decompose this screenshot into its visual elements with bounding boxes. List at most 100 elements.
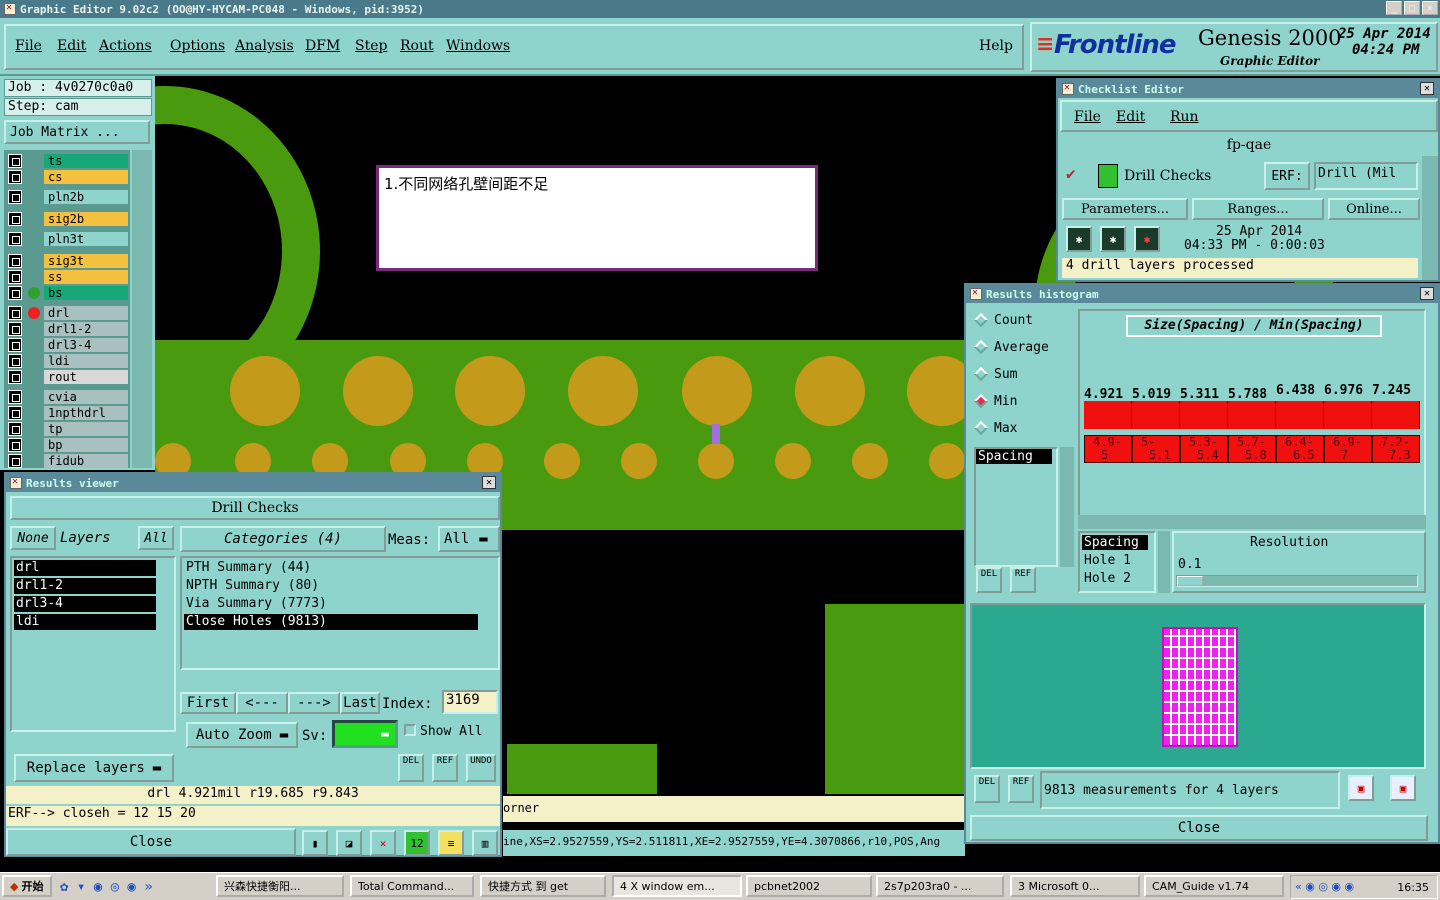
start-button[interactable]: ◆ 开始 bbox=[2, 875, 52, 897]
all-layers-button[interactable]: All bbox=[138, 526, 174, 550]
menu-help[interactable]: Help bbox=[979, 38, 1013, 54]
meas-dropdown[interactable]: All ▬ bbox=[438, 526, 500, 552]
layer-row-bp[interactable]: bp bbox=[8, 438, 128, 452]
parameters-button[interactable]: Parameters... bbox=[1062, 198, 1188, 220]
checklist-menu-file[interactable]: File bbox=[1074, 109, 1101, 125]
option-max[interactable]: Max bbox=[973, 417, 1017, 439]
layer-row-fidub[interactable]: fidub bbox=[8, 454, 128, 468]
online-button[interactable]: Online... bbox=[1328, 198, 1420, 220]
layer-checkbox[interactable] bbox=[8, 270, 22, 284]
layer-checkbox[interactable] bbox=[8, 232, 22, 246]
menu-windows[interactable]: Windows bbox=[446, 38, 516, 54]
histogram-icon[interactable]: ▥ bbox=[472, 830, 498, 856]
taskbar-item-active[interactable]: 4 X window em... bbox=[612, 875, 742, 897]
layer-checkbox[interactable] bbox=[8, 154, 22, 168]
close-icon[interactable]: ✕ bbox=[482, 476, 496, 489]
taskbar-item[interactable]: pcbnet2002 bbox=[746, 875, 872, 897]
option-min[interactable]: Min bbox=[973, 390, 1017, 412]
layer-row-sig3t[interactable]: sig3t bbox=[8, 254, 128, 268]
metric-scrollbar[interactable] bbox=[1060, 447, 1074, 567]
result-layer-item[interactable]: drl bbox=[14, 560, 156, 576]
preview-ref-button[interactable]: REF bbox=[1008, 775, 1034, 803]
index-input[interactable]: 3169 bbox=[442, 690, 498, 714]
layer-row-1npthdrl[interactable]: 1npthdrl bbox=[8, 406, 128, 420]
layer-checkbox[interactable] bbox=[8, 322, 22, 336]
layer-row-ldi[interactable]: ldi bbox=[8, 354, 128, 368]
result-layer-item[interactable]: ldi bbox=[14, 614, 156, 630]
results-close-button[interactable]: Close bbox=[6, 828, 296, 856]
taskbar-item[interactable]: 2s7p203ra0 - ... bbox=[876, 875, 1004, 897]
report-icon[interactable]: ≡ bbox=[438, 830, 464, 856]
hist-ref-button[interactable]: REF bbox=[1010, 567, 1036, 593]
menu-options[interactable]: Options bbox=[170, 38, 235, 54]
layer-row-sig2b[interactable]: sig2b bbox=[8, 212, 128, 226]
field-item[interactable]: Spacing bbox=[1082, 535, 1148, 550]
minimize-button[interactable]: _ bbox=[1386, 1, 1402, 15]
layer-checkbox[interactable] bbox=[8, 286, 22, 300]
run-icon[interactable]: ✱ bbox=[1066, 226, 1092, 252]
violation-marker[interactable] bbox=[712, 424, 720, 444]
layer-checkbox[interactable] bbox=[8, 370, 22, 384]
show-all-checkbox[interactable] bbox=[404, 724, 416, 736]
layer-row-cvia[interactable]: cvia bbox=[8, 390, 128, 404]
histogram-close-button[interactable]: Close bbox=[970, 815, 1428, 841]
check-mark-icon[interactable]: ✔ bbox=[1066, 164, 1076, 183]
sv-color-dropdown[interactable]: ▬ bbox=[332, 720, 398, 748]
category-item[interactable]: PTH Summary (44) bbox=[184, 560, 478, 576]
histogram-bar[interactable] bbox=[1084, 401, 1132, 429]
tray-icons[interactable]: « ◉ ◎ ◉ ◉ bbox=[1295, 880, 1354, 893]
menu-analysis[interactable]: Analysis bbox=[235, 38, 305, 54]
none-button[interactable]: None bbox=[10, 526, 56, 550]
result-layer-item[interactable]: drl3-4 bbox=[14, 596, 156, 612]
highlight-icon[interactable]: ▮ bbox=[302, 830, 328, 856]
layer-checkbox[interactable] bbox=[8, 190, 22, 204]
export-icon[interactable]: ◪ bbox=[336, 830, 362, 856]
option-sum[interactable]: Sum bbox=[973, 363, 1017, 385]
category-item[interactable]: NPTH Summary (80) bbox=[184, 578, 478, 594]
layer-row-drl3-4[interactable]: drl3-4 bbox=[8, 338, 128, 352]
del-button[interactable]: DEL bbox=[398, 754, 424, 782]
hist-del-button[interactable]: DEL bbox=[976, 567, 1002, 593]
option-count[interactable]: Count bbox=[973, 309, 1033, 331]
category-item[interactable]: Close Holes (9813) bbox=[184, 614, 478, 630]
taskbar-item[interactable]: CAM_Guide v1.74 bbox=[1144, 875, 1284, 897]
layer-row-cs[interactable]: cs bbox=[8, 170, 128, 184]
close-window-button[interactable]: ✕ bbox=[1422, 1, 1438, 15]
last-button[interactable]: Last bbox=[340, 692, 380, 714]
job-matrix-button[interactable]: Job Matrix ... bbox=[4, 120, 150, 144]
command-line[interactable]: orner bbox=[503, 796, 965, 822]
field-item[interactable]: Hole 1 bbox=[1082, 553, 1131, 568]
stop-icon[interactable]: ✱ bbox=[1134, 226, 1160, 252]
layer-checkbox[interactable] bbox=[8, 170, 22, 184]
menu-edit[interactable]: Edit bbox=[57, 38, 99, 54]
layer-row-drl[interactable]: drl bbox=[8, 306, 128, 320]
field-scrollbar[interactable] bbox=[1158, 531, 1170, 593]
layer-results-list[interactable]: drl drl1-2 drl3-4 ldi bbox=[10, 556, 176, 732]
board-preview[interactable] bbox=[970, 603, 1426, 769]
layer-checkbox[interactable] bbox=[8, 454, 22, 468]
taskbar-item[interactable]: Total Command... bbox=[350, 875, 474, 897]
layer-row-rout[interactable]: rout bbox=[8, 370, 128, 384]
taskbar-item[interactable]: 3 Microsoft 0... bbox=[1010, 875, 1140, 897]
layer-row-drl1-2[interactable]: drl1-2 bbox=[8, 322, 128, 336]
menu-step[interactable]: Step bbox=[355, 38, 400, 54]
layer-checkbox[interactable] bbox=[8, 390, 22, 404]
run-step-icon[interactable]: ✱ bbox=[1100, 226, 1126, 252]
layer-row-pln3t[interactable]: pln3t bbox=[8, 232, 128, 246]
layer-row-pln2b[interactable]: pln2b bbox=[8, 190, 128, 204]
option-average[interactable]: Average bbox=[973, 336, 1049, 358]
checklist-menu-edit[interactable]: Edit bbox=[1116, 109, 1145, 125]
category-item[interactable]: Via Summary (7773) bbox=[184, 596, 478, 612]
auto-zoom-dropdown[interactable]: Auto Zoom ▬ bbox=[186, 722, 298, 748]
resolution-slider[interactable] bbox=[1176, 575, 1418, 587]
prev-button[interactable]: <--- bbox=[236, 692, 288, 714]
layer-scrollbar[interactable] bbox=[132, 150, 152, 468]
erf-remove-icon[interactable]: ✕ bbox=[370, 830, 396, 856]
preview-del-button[interactable]: DEL bbox=[974, 775, 1000, 803]
metric-item[interactable]: Spacing bbox=[976, 449, 1052, 464]
layer-row-ts[interactable]: ts bbox=[8, 154, 128, 168]
histogram-bar[interactable] bbox=[1276, 401, 1324, 429]
layer-row-bs[interactable]: bs bbox=[8, 286, 128, 300]
histogram-bar[interactable] bbox=[1180, 401, 1228, 429]
layer-checkbox[interactable] bbox=[8, 354, 22, 368]
